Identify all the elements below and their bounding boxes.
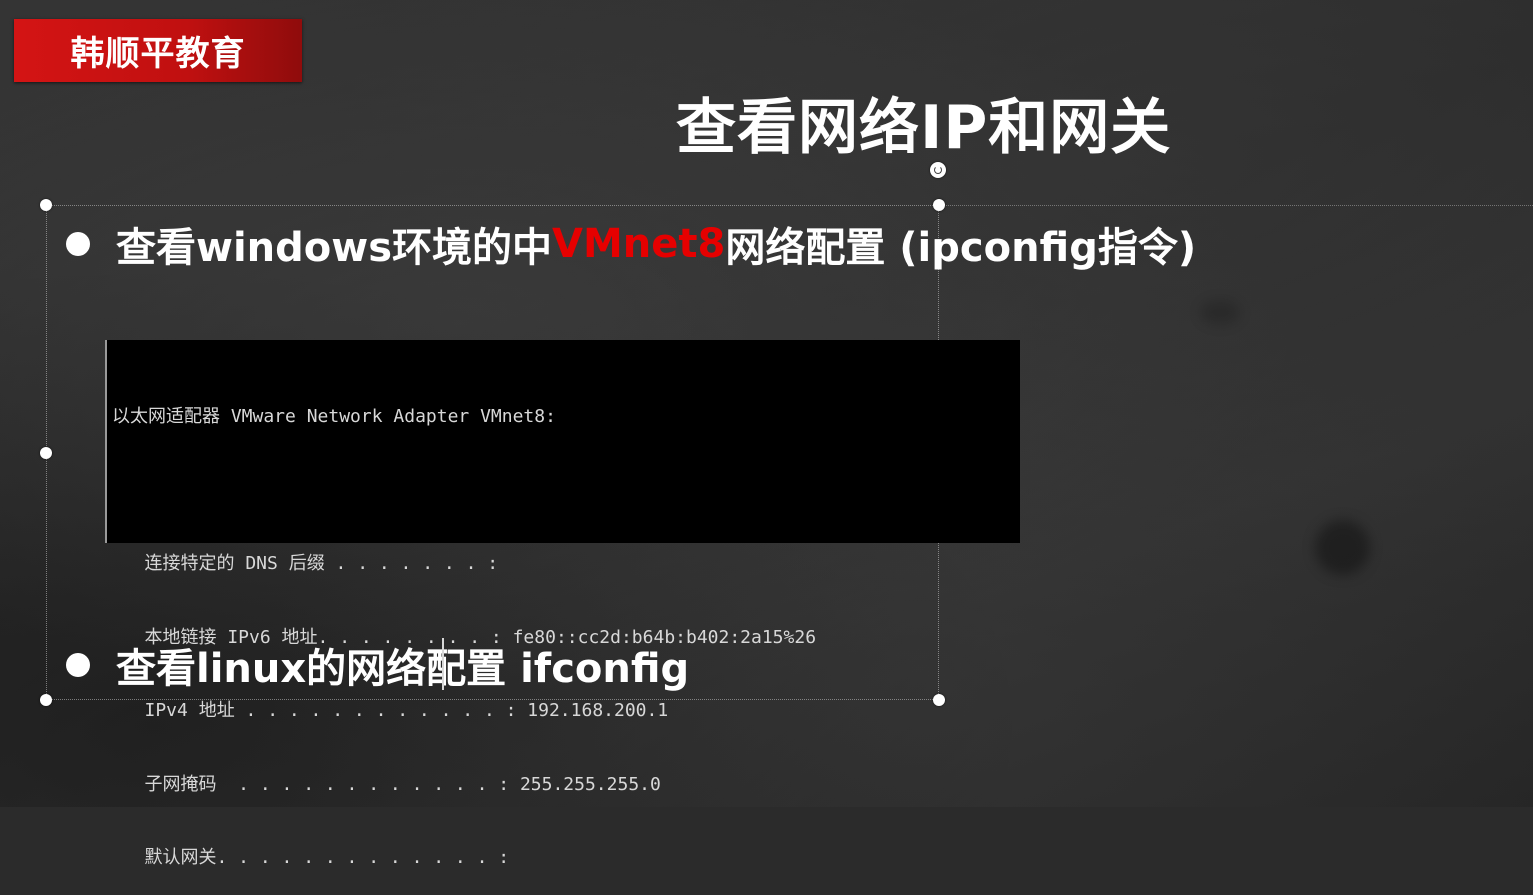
resize-handle-middle-left[interactable] [40, 447, 52, 459]
terminal-line: ​ [112, 479, 1020, 504]
chalk-smudge [1315, 520, 1370, 575]
bullet-item-windows[interactable]: 查看windows环境的中 VMnet8 网络配置 (ipconfig指令) [66, 216, 1196, 272]
bullet-text-highlight: VMnet8 [552, 221, 726, 267]
text-insertion-cursor [442, 638, 444, 690]
slide-title[interactable]: 查看网络IP和网关 [676, 92, 1171, 164]
rotate-handle-icon[interactable] [930, 162, 946, 178]
brand-label: 韩顺平教育 [70, 34, 246, 74]
terminal-line: 默认网关. . . . . . . . . . . . . : [112, 847, 510, 868]
brand-logo-banner: 韩顺平教育 [14, 19, 302, 82]
chalk-smudge [1200, 300, 1240, 325]
terminal-line: 子网掩码 . . . . . . . . . . . . : 255.255.2… [112, 773, 661, 795]
bullet-text-suffix: 网络配置 (ipconfig指令) [725, 225, 1197, 271]
bullet-dot-icon [66, 232, 90, 256]
selection-frame-edge [939, 205, 1533, 206]
terminal-line: IPv4 地址 . . . . . . . . . . . . : 192.16… [112, 700, 669, 721]
resize-handle-top-center[interactable] [933, 199, 945, 211]
resize-handle-top-left[interactable] [40, 199, 52, 211]
bullet-item-linux[interactable]: 查看linux的网络配置 ifconfig [66, 637, 689, 693]
terminal-line: 以太网适配器 VMware Network Adapter VMnet8: [112, 406, 556, 427]
terminal-line: 连接特定的 DNS 后缀 . . . . . . . : [112, 553, 499, 574]
bullet-text: 查看linux的网络配置 ifconfig [116, 646, 690, 692]
bullet-dot-icon [66, 653, 90, 677]
bullet-text-prefix: 查看windows环境的中 [116, 225, 553, 271]
ipconfig-output-screenshot: 以太网适配器 VMware Network Adapter VMnet8: ​ … [105, 340, 1020, 868]
resize-handle-bottom-left[interactable] [40, 694, 52, 706]
